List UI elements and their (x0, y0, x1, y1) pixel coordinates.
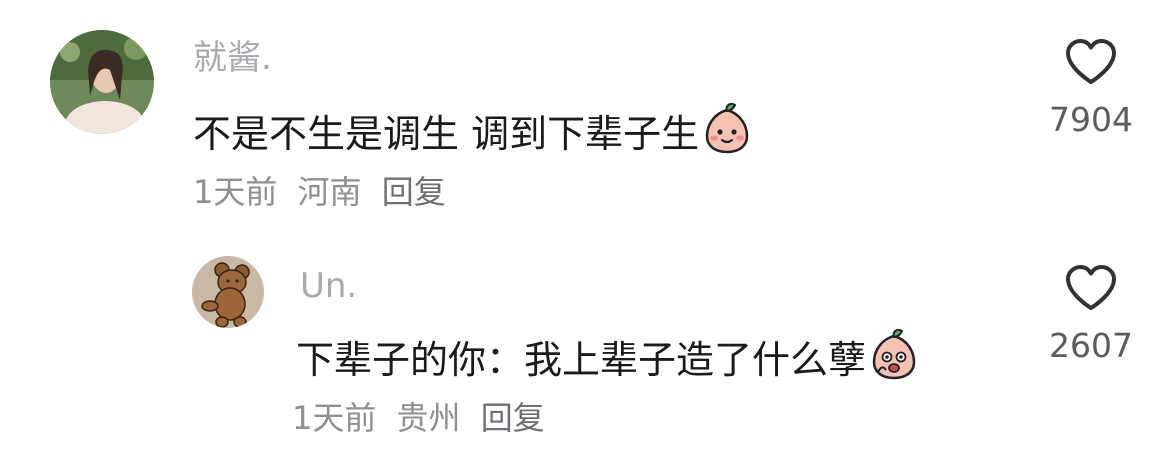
bear-avatar-icon (192, 256, 264, 328)
reply-button[interactable]: 回复 (382, 173, 446, 211)
like-button[interactable]: 2607 (1036, 264, 1146, 366)
avatar-user-2[interactable] (192, 256, 264, 328)
heart-icon (1066, 265, 1116, 310)
avatar-user-1[interactable] (50, 30, 154, 134)
like-button[interactable]: 7904 (1036, 38, 1146, 140)
comment-meta: 1天前 河南 回复 (193, 172, 456, 212)
comment-text-row: 下辈子的你：我上辈子造了什么孽 (296, 328, 920, 391)
comment-text-row: 不是不生是调生 调到下辈子生 (193, 102, 753, 165)
comment-location: 河南 (297, 173, 362, 211)
heart-icon (1066, 39, 1116, 84)
comment-username[interactable]: Un. (300, 266, 357, 306)
smiling-peach-icon (701, 102, 753, 165)
comment-username[interactable]: 就酱. (193, 38, 272, 78)
comment-time: 1天前 (292, 399, 377, 437)
comment-meta: 1天前 贵州 回复 (292, 398, 555, 438)
like-count: 2607 (1049, 326, 1133, 365)
avatar-photo-icon (50, 30, 154, 134)
reply-button[interactable]: 回复 (481, 399, 545, 437)
comment-text: 下辈子的你：我上辈子造了什么孽 (296, 337, 867, 382)
comment-location: 贵州 (396, 399, 461, 437)
like-count: 7904 (1049, 100, 1133, 139)
comment-time: 1天前 (193, 173, 278, 211)
crying-peach-icon (868, 328, 920, 391)
comment-text: 不是不生是调生 调到下辈子生 (193, 111, 700, 156)
